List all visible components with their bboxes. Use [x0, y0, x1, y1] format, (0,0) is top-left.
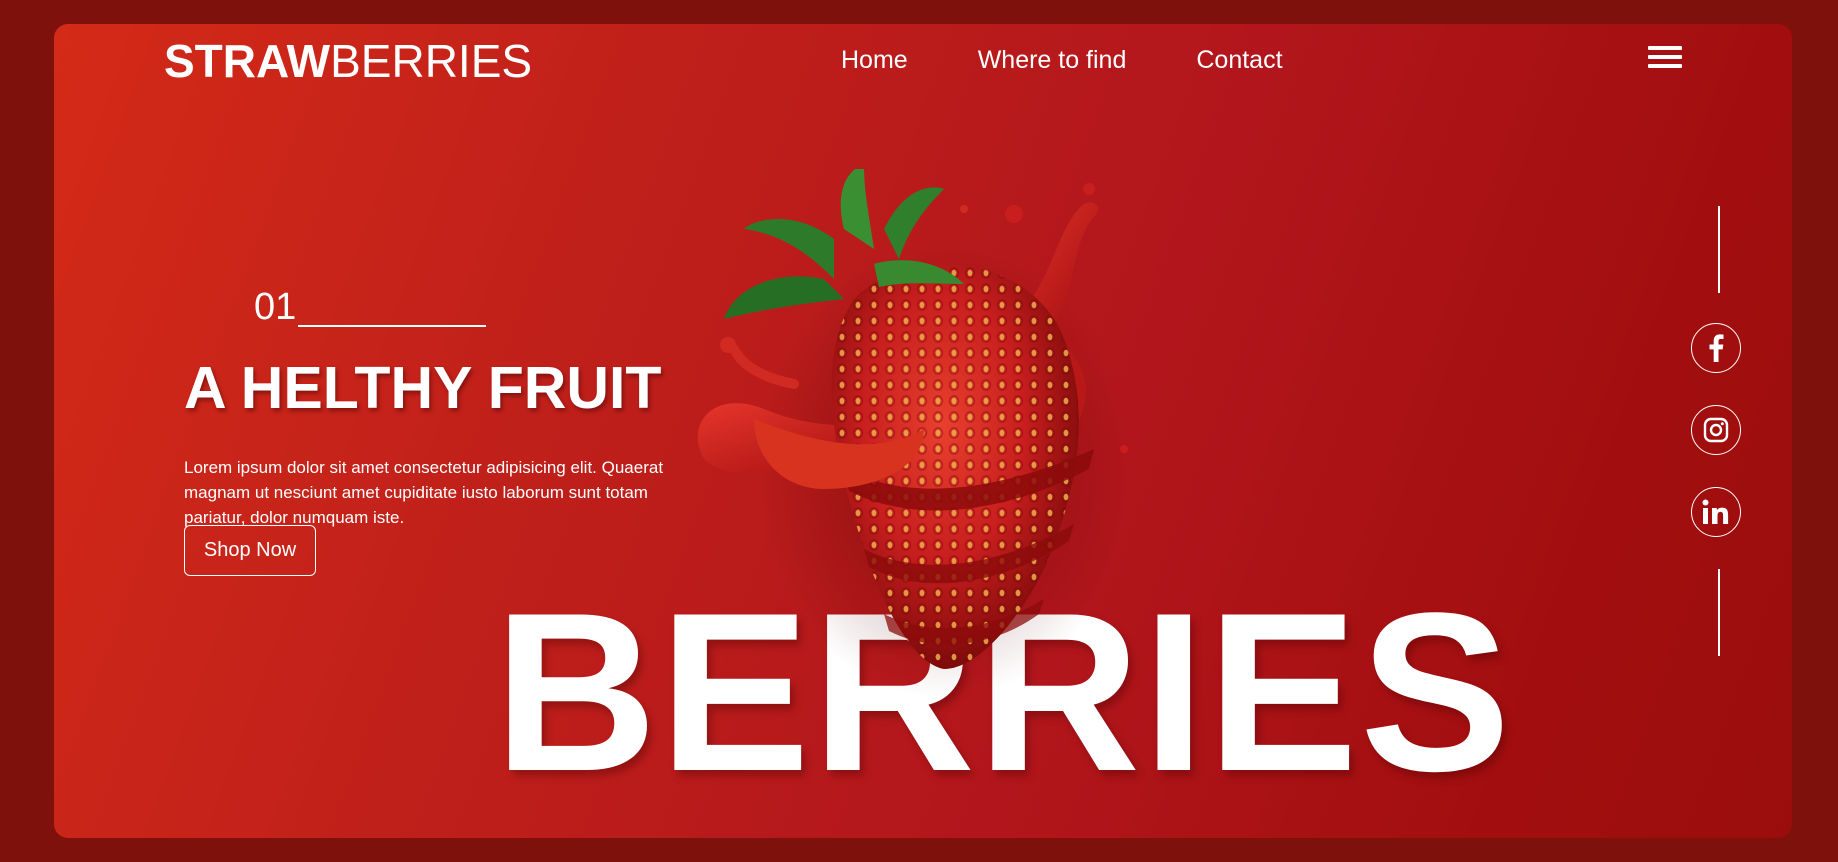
hero-headline: A HELTHY FRUIT — [184, 355, 662, 421]
hero-description: Lorem ipsum dolor sit amet consectetur a… — [184, 458, 664, 527]
nav-home[interactable]: Home — [841, 46, 908, 75]
linkedin-icon — [1702, 499, 1730, 525]
instagram-link[interactable] — [1691, 405, 1741, 455]
hero-card: STRAWBERRIES Home Where to find Contact … — [54, 24, 1792, 838]
slide-underline — [298, 325, 487, 327]
nav-contact[interactable]: Contact — [1196, 46, 1282, 75]
brand-logo-bold: STRAW — [164, 35, 331, 87]
hamburger-menu-icon[interactable] — [1648, 46, 1682, 72]
instagram-icon — [1703, 417, 1729, 443]
facebook-icon — [1708, 334, 1724, 362]
main-nav: Home Where to find Contact — [841, 46, 1353, 75]
linkedin-link[interactable] — [1691, 487, 1741, 537]
brand-logo[interactable]: STRAWBERRIES — [164, 38, 532, 84]
nav-where-to-find[interactable]: Where to find — [978, 46, 1127, 75]
slide-number: 01 — [254, 286, 297, 328]
shop-now-button[interactable]: Shop Now — [184, 525, 316, 576]
social-divider-top — [1718, 206, 1720, 293]
facebook-link[interactable] — [1691, 323, 1741, 373]
brand-logo-thin: BERRIES — [330, 35, 533, 87]
social-divider-bottom — [1718, 569, 1720, 656]
strawberry-image — [674, 164, 1194, 699]
slide-indicator: 01 — [254, 286, 487, 329]
